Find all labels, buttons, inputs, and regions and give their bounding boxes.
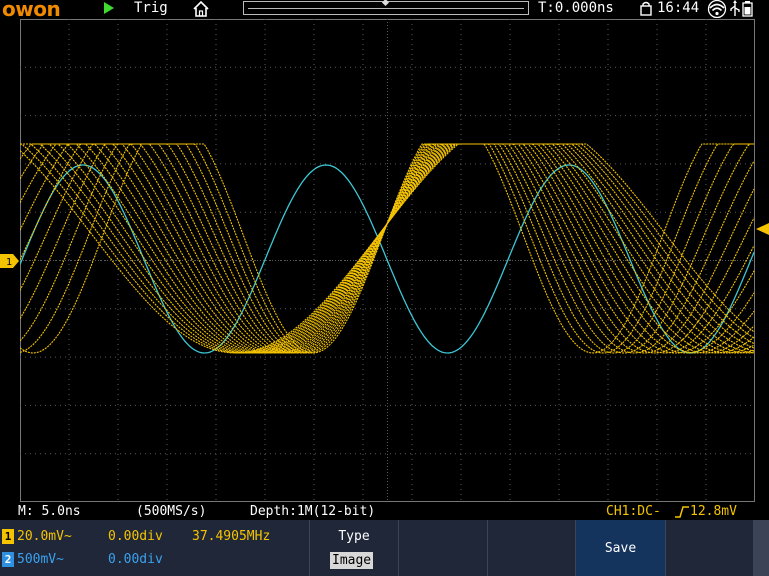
usb-icon bbox=[730, 0, 740, 16]
trigger-delay: T:0.000ns bbox=[538, 0, 614, 16]
trigger-source[interactable]: CH1:DC- bbox=[606, 504, 661, 519]
ch1-settings-row[interactable]: 1 20.0mV~ 0.00div 37.4905MHz bbox=[0, 527, 310, 547]
memory-position-bar[interactable] bbox=[243, 0, 529, 15]
menu-type[interactable]: Type Image bbox=[309, 520, 398, 576]
menu-slot-empty-2[interactable] bbox=[487, 520, 575, 576]
save-button-label: Save bbox=[604, 541, 637, 556]
lock-icon bbox=[640, 1, 652, 20]
ch1-marker-label: 1 bbox=[6, 257, 12, 268]
ch2-offset: 0.00div bbox=[108, 552, 163, 567]
ch1-frequency: 37.4905MHz bbox=[192, 529, 271, 544]
ch1-badge: 1 bbox=[2, 529, 14, 544]
ch1-level-marker[interactable]: 1 bbox=[0, 254, 20, 268]
top-status-bar: owon Trig T:0.000ns 16:44 bbox=[0, 0, 769, 21]
clock-time: 16:44 bbox=[657, 0, 700, 16]
save-button[interactable]: Save bbox=[575, 520, 665, 576]
ch1-scale: 20.0mV~ bbox=[17, 529, 72, 544]
trigger-level-marker[interactable] bbox=[756, 223, 769, 235]
menu-slot-empty-3[interactable] bbox=[665, 520, 753, 576]
battery-icon bbox=[742, 1, 753, 17]
trigger-status: Trig bbox=[134, 0, 168, 16]
bottom-menu-panel: 1 20.0mV~ 0.00div 37.4905MHz 2 500mV~ 0.… bbox=[0, 520, 769, 576]
sample-rate: (500MS/s) bbox=[136, 504, 207, 519]
menu-scroll-edge bbox=[753, 520, 769, 576]
menu-type-value: Image bbox=[330, 552, 374, 569]
timebase[interactable]: M: 5.0ns bbox=[18, 504, 81, 519]
wifi-icon bbox=[707, 0, 727, 19]
menu-slot-empty-1[interactable] bbox=[398, 520, 487, 576]
trigger-level[interactable]: 12.8mV bbox=[690, 504, 737, 519]
rising-edge-icon bbox=[675, 506, 689, 518]
ch2-badge: 2 bbox=[2, 552, 14, 567]
play-icon[interactable] bbox=[104, 2, 114, 14]
ch2-scale: 500mV~ bbox=[17, 552, 64, 567]
menu-type-label: Type bbox=[338, 529, 370, 544]
home-icon[interactable] bbox=[192, 0, 210, 21]
ch1-offset: 0.00div bbox=[108, 529, 163, 544]
brand-logo: owon bbox=[2, 0, 61, 21]
trigger-position-marker bbox=[381, 0, 390, 7]
waveform-display[interactable] bbox=[20, 19, 755, 502]
memory-depth[interactable]: Depth:1M(12-bit) bbox=[250, 504, 375, 519]
ch2-settings-row[interactable]: 2 500mV~ 0.00div bbox=[0, 550, 310, 570]
acquisition-info-bar: M: 5.0ns (500MS/s) Depth:1M(12-bit) CH1:… bbox=[0, 503, 769, 520]
